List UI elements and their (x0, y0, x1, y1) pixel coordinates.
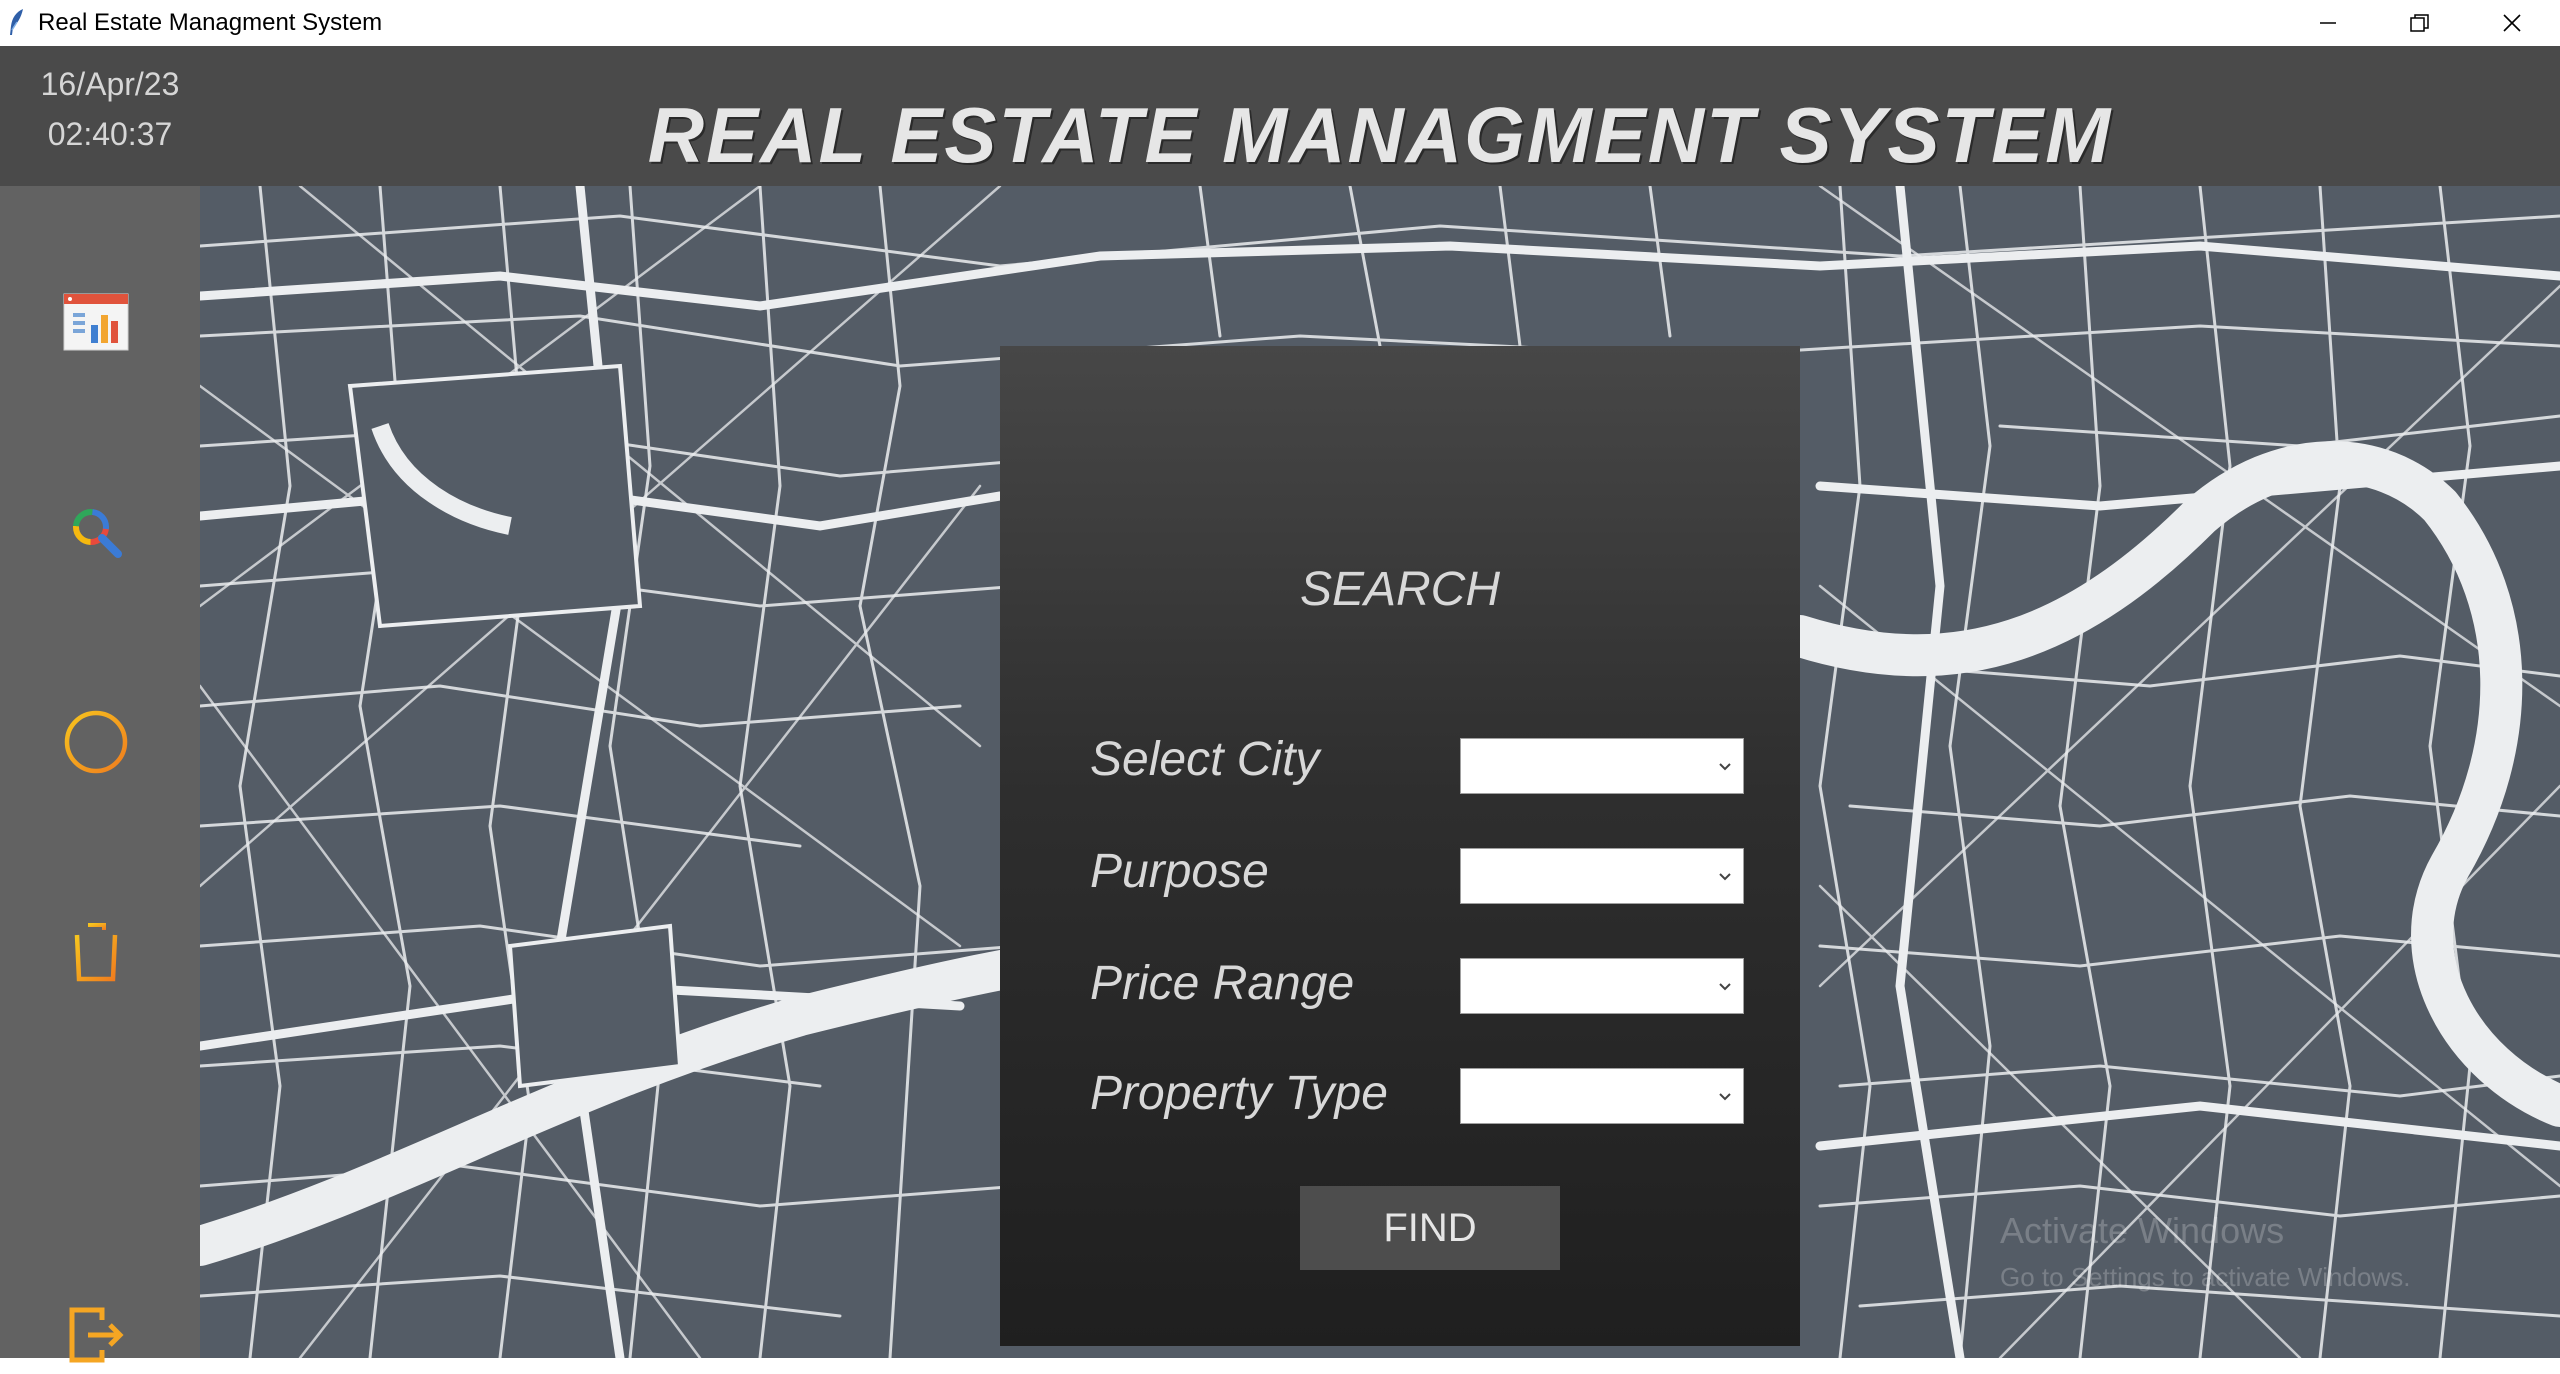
chevron-down-icon (1719, 763, 1731, 771)
search-panel: SEARCH Select City Purpose Price Range P… (1000, 346, 1800, 1346)
activation-watermark-text: Go to Settings to activate Windows. (2000, 1262, 2411, 1292)
close-icon (2503, 14, 2521, 32)
restore-button[interactable] (2374, 0, 2466, 46)
search-nav-button[interactable] (56, 492, 136, 572)
chevron-down-icon (1719, 873, 1731, 881)
activation-watermark-title: Activate Windows (2000, 1210, 2285, 1251)
dashboard-chart-icon (63, 293, 129, 351)
purpose-dropdown[interactable] (1460, 848, 1744, 904)
price-range-label: Price Range (1090, 957, 1355, 1010)
date-label: 16/Apr/23 (40, 66, 180, 102)
search-panel-title: SEARCH (1299, 563, 1501, 616)
chevron-down-icon (1719, 983, 1731, 991)
minimize-icon (2320, 22, 2336, 24)
restore-icon (2410, 14, 2429, 32)
minimize-button[interactable] (2282, 0, 2374, 46)
dashboard-button[interactable] (56, 282, 136, 362)
close-button[interactable] (2466, 0, 2558, 46)
sidebar (0, 186, 200, 1363)
window-title: Real Estate Managment System (38, 9, 383, 36)
logout-icon (69, 1307, 124, 1363)
delete-property-button[interactable] (56, 912, 136, 992)
purpose-label: Purpose (1090, 845, 1269, 898)
search-icon (73, 509, 122, 558)
price-range-dropdown[interactable] (1460, 958, 1744, 1014)
page-title: REAL ESTATE MANAGMENT SYSTEM (647, 91, 2113, 179)
select-city-dropdown[interactable] (1460, 738, 1744, 794)
feather-app-icon (8, 8, 26, 36)
chevron-down-icon (1719, 1093, 1731, 1101)
logout-button[interactable] (56, 1294, 136, 1374)
window-titlebar: Real Estate Managment System (0, 0, 2560, 47)
trash-icon (72, 923, 120, 982)
property-type-label: Property Type (1090, 1067, 1388, 1120)
add-circle-icon (64, 710, 128, 774)
property-type-dropdown[interactable] (1460, 1068, 1744, 1124)
add-property-button[interactable] (56, 702, 136, 782)
find-button[interactable]: FIND (1300, 1186, 1560, 1270)
select-city-label: Select City (1090, 733, 1320, 786)
app-header: 16/Apr/23 02:40:37 REAL ESTATE MANAGMENT… (0, 46, 2560, 186)
time-label: 02:40:37 (47, 116, 173, 152)
